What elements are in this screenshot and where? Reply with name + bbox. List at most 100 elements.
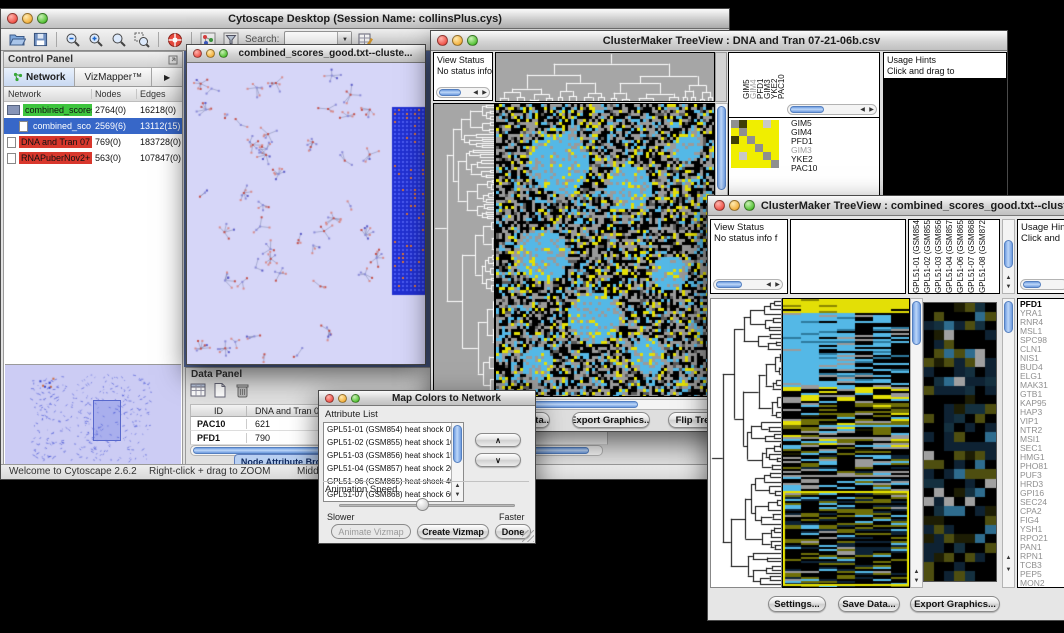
zoom-heatmap-canvas[interactable] (923, 302, 997, 582)
scrollbar-thumb[interactable] (717, 106, 726, 190)
gene-label[interactable]: RPN1 (1020, 552, 1064, 561)
close-button[interactable] (437, 35, 448, 46)
gene-label[interactable]: HRD3 (1020, 480, 1064, 489)
array-column-label[interactable]: GPL51-04 (GSM857) (944, 220, 955, 293)
mini-row-label[interactable]: PAC10 (791, 164, 877, 173)
gene-label[interactable]: NIS1 (1020, 354, 1064, 363)
zoom-panel-hscrollbar[interactable]: ◀ ▶ (787, 104, 877, 115)
attribute-item[interactable]: GPL51-03 (GSM856) heat shock 15 min (324, 449, 451, 462)
export-graphics-button[interactable]: Export Graphics... (910, 596, 1000, 612)
heatmap-vscrollbar[interactable]: ▲ ▼ (910, 298, 923, 588)
gene-label[interactable]: GTB1 (1020, 390, 1064, 399)
tab-network[interactable]: Network (4, 68, 75, 86)
minimize-button[interactable] (729, 200, 740, 211)
column-dendrogram-panel[interactable] (790, 219, 906, 294)
tabs-overflow-button[interactable]: ▶ (152, 68, 182, 86)
gene-label[interactable]: ELG1 (1020, 372, 1064, 381)
scrollbar-thumb[interactable] (439, 89, 461, 96)
usage-hints-scrollbar[interactable] (1020, 279, 1064, 290)
view-status-scrollbar[interactable]: ◀ ▶ (713, 279, 783, 290)
column-dendrogram[interactable] (495, 52, 715, 102)
gene-label[interactable]: YRA1 (1020, 309, 1064, 318)
array-column-label[interactable]: GPL51-06 (GSM865) (955, 220, 966, 293)
scroll-up-icon[interactable]: ▲ (1004, 554, 1013, 563)
treeview1-titlebar[interactable]: ClusterMaker TreeView : DNA and Tran 07-… (431, 31, 1007, 51)
zoom-button[interactable] (467, 35, 478, 46)
gene-label[interactable]: TCB3 (1020, 561, 1064, 570)
scroll-down-icon[interactable]: ▼ (453, 491, 462, 500)
save-session-icon[interactable] (31, 31, 49, 49)
mini-column-label[interactable]: PFD1 (757, 55, 764, 99)
new-attribute-icon[interactable] (212, 382, 229, 404)
gene-label[interactable]: PUF3 (1020, 471, 1064, 480)
zoom-selected-icon[interactable] (133, 31, 151, 49)
view-status-scrollbar[interactable]: ◀ ▶ (436, 87, 490, 98)
zoom-button[interactable] (351, 394, 360, 403)
attribute-list-scrollbar[interactable]: ▲ ▼ (451, 423, 463, 501)
main-titlebar[interactable]: Cytoscape Desktop (Session Name: collins… (1, 9, 729, 29)
speed-slider-thumb[interactable] (416, 498, 429, 511)
gene-list[interactable]: PFD1YRA1RNR4MSL1SPC98CLN1NIS1BUD4ELG1MAK… (1018, 299, 1064, 588)
gene-label[interactable]: KAP95 (1020, 399, 1064, 408)
mini-column-label[interactable]: YKE2 (771, 55, 778, 99)
array-column-label[interactable]: GPL51-03 (GSM856) (933, 220, 944, 293)
animate-vizmap-button[interactable]: Animate Vizmap (331, 524, 411, 539)
gene-label[interactable]: FIG4 (1020, 516, 1064, 525)
move-up-button[interactable]: ∧ (475, 433, 521, 447)
gene-label[interactable]: PFD1 (1020, 300, 1064, 309)
array-column-label[interactable]: GPL51-01 (GSM854) (911, 220, 922, 293)
gene-label[interactable]: GPI16 (1020, 489, 1064, 498)
scroll-down-icon[interactable]: ▼ (1004, 283, 1013, 292)
gene-label[interactable]: PEP5 (1020, 570, 1064, 579)
gene-label[interactable]: CLN1 (1020, 345, 1064, 354)
mini-column-label[interactable]: PAC10 (778, 55, 785, 99)
open-file-icon[interactable] (8, 31, 26, 49)
scrollbar-thumb[interactable] (716, 281, 742, 288)
export-graphics-button[interactable]: Export Graphics... (572, 412, 650, 428)
gene-label[interactable]: PAN1 (1020, 543, 1064, 552)
table-mode-icon[interactable] (190, 382, 207, 404)
scrollbar-thumb[interactable] (1004, 301, 1013, 333)
gene-label[interactable]: CPA2 (1020, 507, 1064, 516)
scroll-down-icon[interactable]: ▼ (1004, 566, 1013, 575)
array-column-label[interactable]: GPL51-02 (GSM855) (922, 220, 933, 293)
minimize-button[interactable] (206, 49, 215, 58)
gene-label[interactable]: SPC98 (1020, 336, 1064, 345)
birdseye-view[interactable] (5, 364, 181, 465)
close-button[interactable] (193, 49, 202, 58)
gene-label[interactable]: HMG1 (1020, 453, 1064, 462)
network-list-row[interactable]: DNA and Tran 07769(0)183728(0) (4, 134, 182, 150)
attribute-item[interactable]: GPL51-04 (GSM857) heat shock 20 min (324, 462, 451, 475)
minimize-button[interactable] (338, 394, 347, 403)
zoom-in-icon[interactable] (87, 31, 105, 49)
gene-label[interactable]: BUD4 (1020, 363, 1064, 372)
delete-attribute-icon[interactable] (234, 382, 251, 404)
close-button[interactable] (7, 13, 18, 24)
scroll-right-icon[interactable]: ▶ (480, 89, 489, 98)
birdseye-viewport-rect[interactable] (93, 400, 121, 441)
minimize-button[interactable] (22, 13, 33, 24)
zoom-button[interactable] (219, 49, 228, 58)
row-dendrogram[interactable] (433, 103, 495, 397)
gene-label[interactable]: NTR2 (1020, 426, 1064, 435)
scrollbar-thumb[interactable] (453, 425, 462, 463)
scrollbar-thumb[interactable] (790, 106, 824, 113)
float-panel-icon[interactable] (168, 55, 178, 65)
col-header-network[interactable]: Network (4, 89, 92, 99)
gene-label[interactable]: PHO81 (1020, 462, 1064, 471)
resize-grip[interactable] (522, 530, 534, 542)
gene-label[interactable]: RPO21 (1020, 534, 1064, 543)
gene-label[interactable]: SEC1 (1020, 444, 1064, 453)
scroll-left-icon[interactable]: ◀ (764, 281, 773, 290)
scrollbar-thumb[interactable] (1004, 240, 1013, 268)
scroll-up-icon[interactable]: ▲ (912, 568, 921, 577)
gene-label[interactable]: MON2 (1020, 579, 1064, 588)
scroll-down-icon[interactable]: ▼ (912, 577, 921, 586)
attribute-item[interactable]: GPL51-01 (GSM854) heat shock 05 min (324, 423, 451, 436)
network-list-row[interactable]: RNAPuberNov2+563(0)107847(0) (4, 150, 182, 166)
gene-label[interactable]: HAP3 (1020, 408, 1064, 417)
minimize-button[interactable] (452, 35, 463, 46)
scroll-right-icon[interactable]: ▶ (867, 106, 876, 115)
save-data-button[interactable]: Save Data... (838, 596, 900, 612)
zoom-out-icon[interactable] (64, 31, 82, 49)
